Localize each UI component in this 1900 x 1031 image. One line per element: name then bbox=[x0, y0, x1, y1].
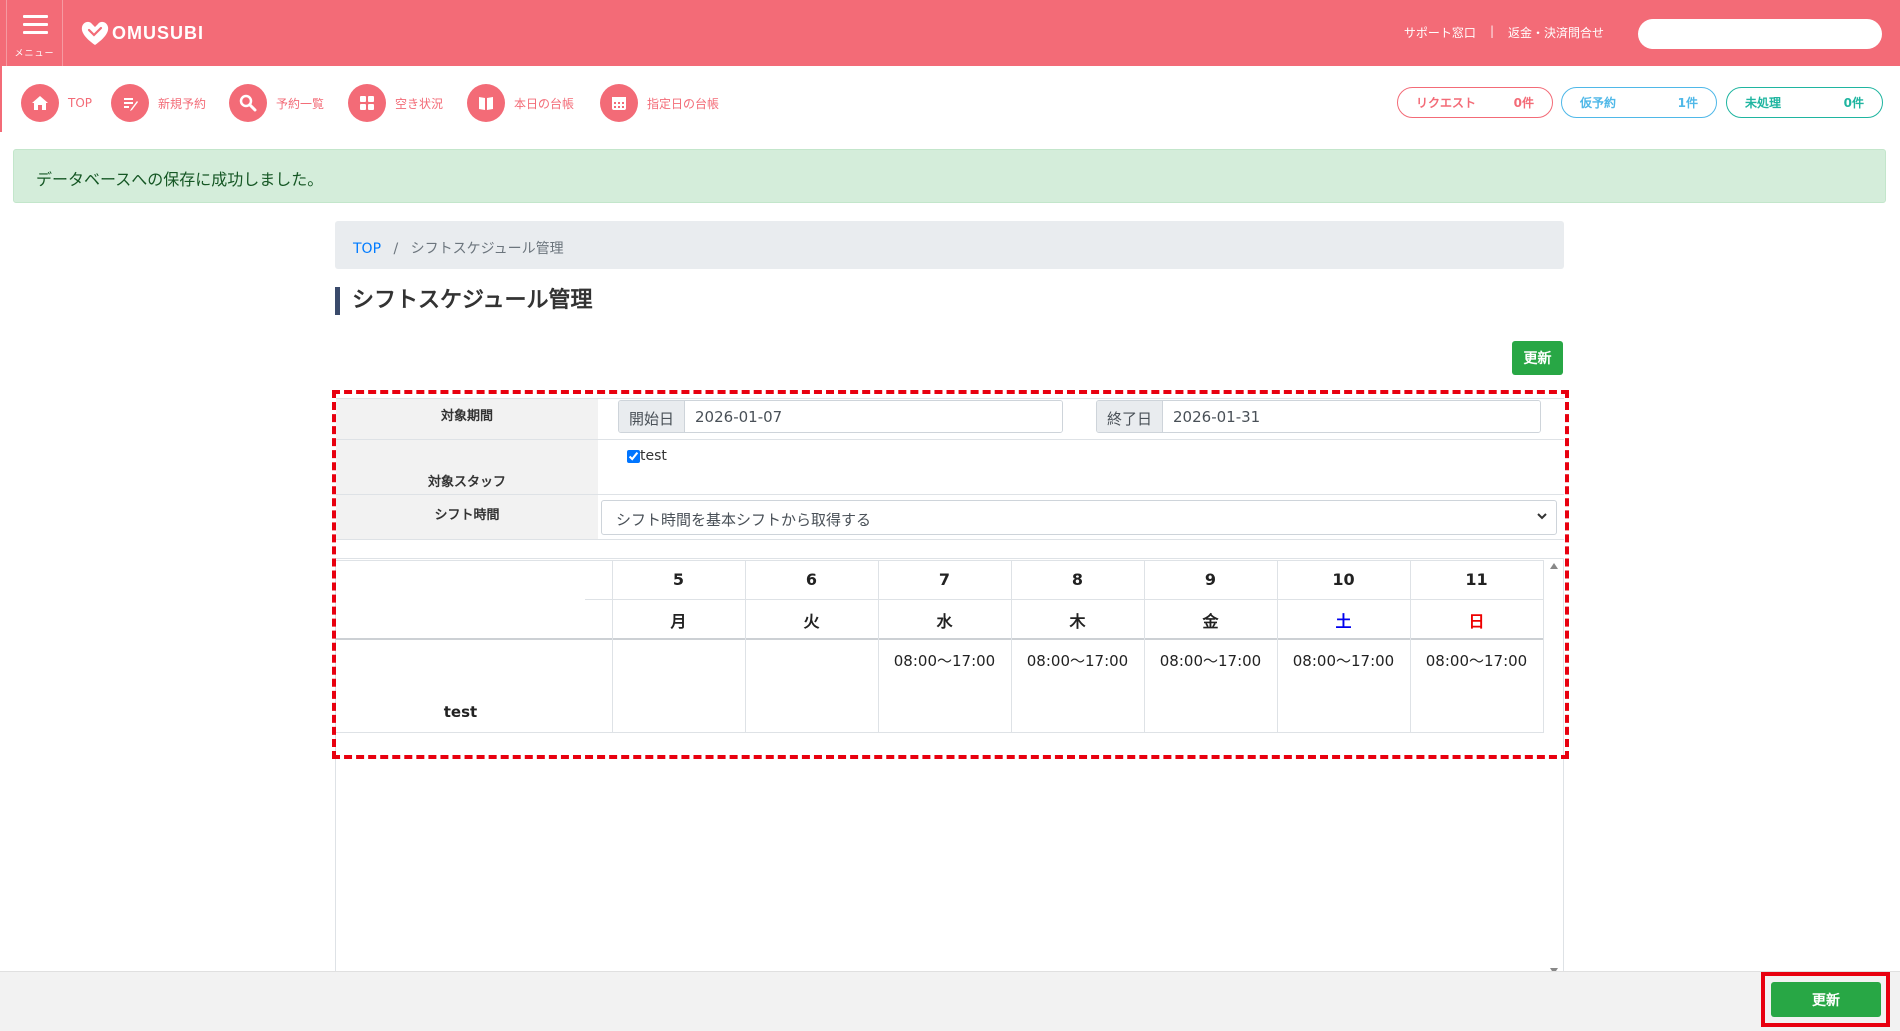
nav-item-availability[interactable]: 空き状況 bbox=[348, 84, 443, 122]
pill-label: リクエスト bbox=[1416, 96, 1477, 110]
pill-count: 0件 bbox=[1843, 96, 1864, 110]
header-links: サポート窓口 | 返金・決済問合せ bbox=[1404, 24, 1604, 41]
nav-item-date-ledger[interactable]: 指定日の台帳 bbox=[600, 84, 719, 122]
footer-bar bbox=[0, 971, 1900, 1031]
nav-item-today-ledger[interactable]: 本日の台帳 bbox=[467, 84, 574, 122]
success-alert: データベースへの保存に成功しました。 bbox=[13, 149, 1886, 203]
support-link[interactable]: サポート窓口 bbox=[1404, 24, 1476, 41]
pill-label: 仮予約 bbox=[1580, 96, 1617, 110]
breadcrumb-top-link[interactable]: TOP bbox=[353, 241, 381, 257]
nav-item-label: 空き状況 bbox=[395, 96, 444, 111]
nav-item-top[interactable]: TOP bbox=[21, 84, 92, 122]
brand-name: OMUSUBI bbox=[112, 22, 204, 43]
tentative-count-pill[interactable]: 仮予約 1件 bbox=[1561, 87, 1717, 118]
nav-item-reservation-list[interactable]: 予約一覧 bbox=[229, 84, 324, 122]
home-icon bbox=[32, 96, 48, 110]
nav-item-label: 指定日の台帳 bbox=[647, 96, 720, 111]
pill-count: 0件 bbox=[1513, 96, 1534, 110]
header-search-input[interactable] bbox=[1638, 19, 1882, 49]
edit-icon bbox=[124, 98, 138, 111]
pill-label: 未処理 bbox=[1745, 96, 1782, 110]
unprocessed-count-pill[interactable]: 未処理 0件 bbox=[1726, 87, 1883, 118]
nav-item-label: 予約一覧 bbox=[276, 96, 325, 111]
search-icon bbox=[239, 94, 257, 112]
highlight-annotation-form bbox=[332, 390, 1569, 759]
menu-button[interactable]: メニュー bbox=[6, 0, 63, 66]
nav-item-label: 本日の台帳 bbox=[514, 96, 575, 111]
nav-left-accent bbox=[0, 66, 2, 132]
brand-logo[interactable]: OMUSUBI bbox=[80, 18, 204, 48]
alert-message: データベースへの保存に成功しました。 bbox=[36, 170, 324, 189]
book-icon bbox=[479, 97, 493, 110]
highlight-annotation-update bbox=[1761, 972, 1890, 1027]
breadcrumb-current: シフトスケジュール管理 bbox=[410, 241, 564, 257]
heart-logo-icon bbox=[81, 21, 109, 45]
refund-contact-link[interactable]: 返金・決済問合せ bbox=[1508, 24, 1604, 41]
breadcrumb: TOP / シフトスケジュール管理 bbox=[335, 221, 1564, 269]
grid-icon bbox=[360, 96, 374, 110]
request-count-pill[interactable]: リクエスト 0件 bbox=[1397, 87, 1553, 118]
breadcrumb-separator: / bbox=[393, 241, 399, 257]
hamburger-icon bbox=[23, 15, 48, 39]
update-button-top[interactable]: 更新 bbox=[1512, 341, 1563, 375]
menu-label: メニュー bbox=[14, 49, 55, 59]
nav-item-label: TOP bbox=[68, 96, 93, 110]
nav-item-label: 新規予約 bbox=[158, 96, 207, 111]
pill-count: 1件 bbox=[1677, 96, 1698, 110]
page-title: シフトスケジュール管理 bbox=[335, 287, 592, 315]
top-header bbox=[0, 0, 1900, 66]
nav-item-new-reservation[interactable]: 新規予約 bbox=[111, 84, 206, 122]
header-link-separator: | bbox=[1489, 24, 1494, 38]
calendar-icon bbox=[612, 97, 626, 110]
